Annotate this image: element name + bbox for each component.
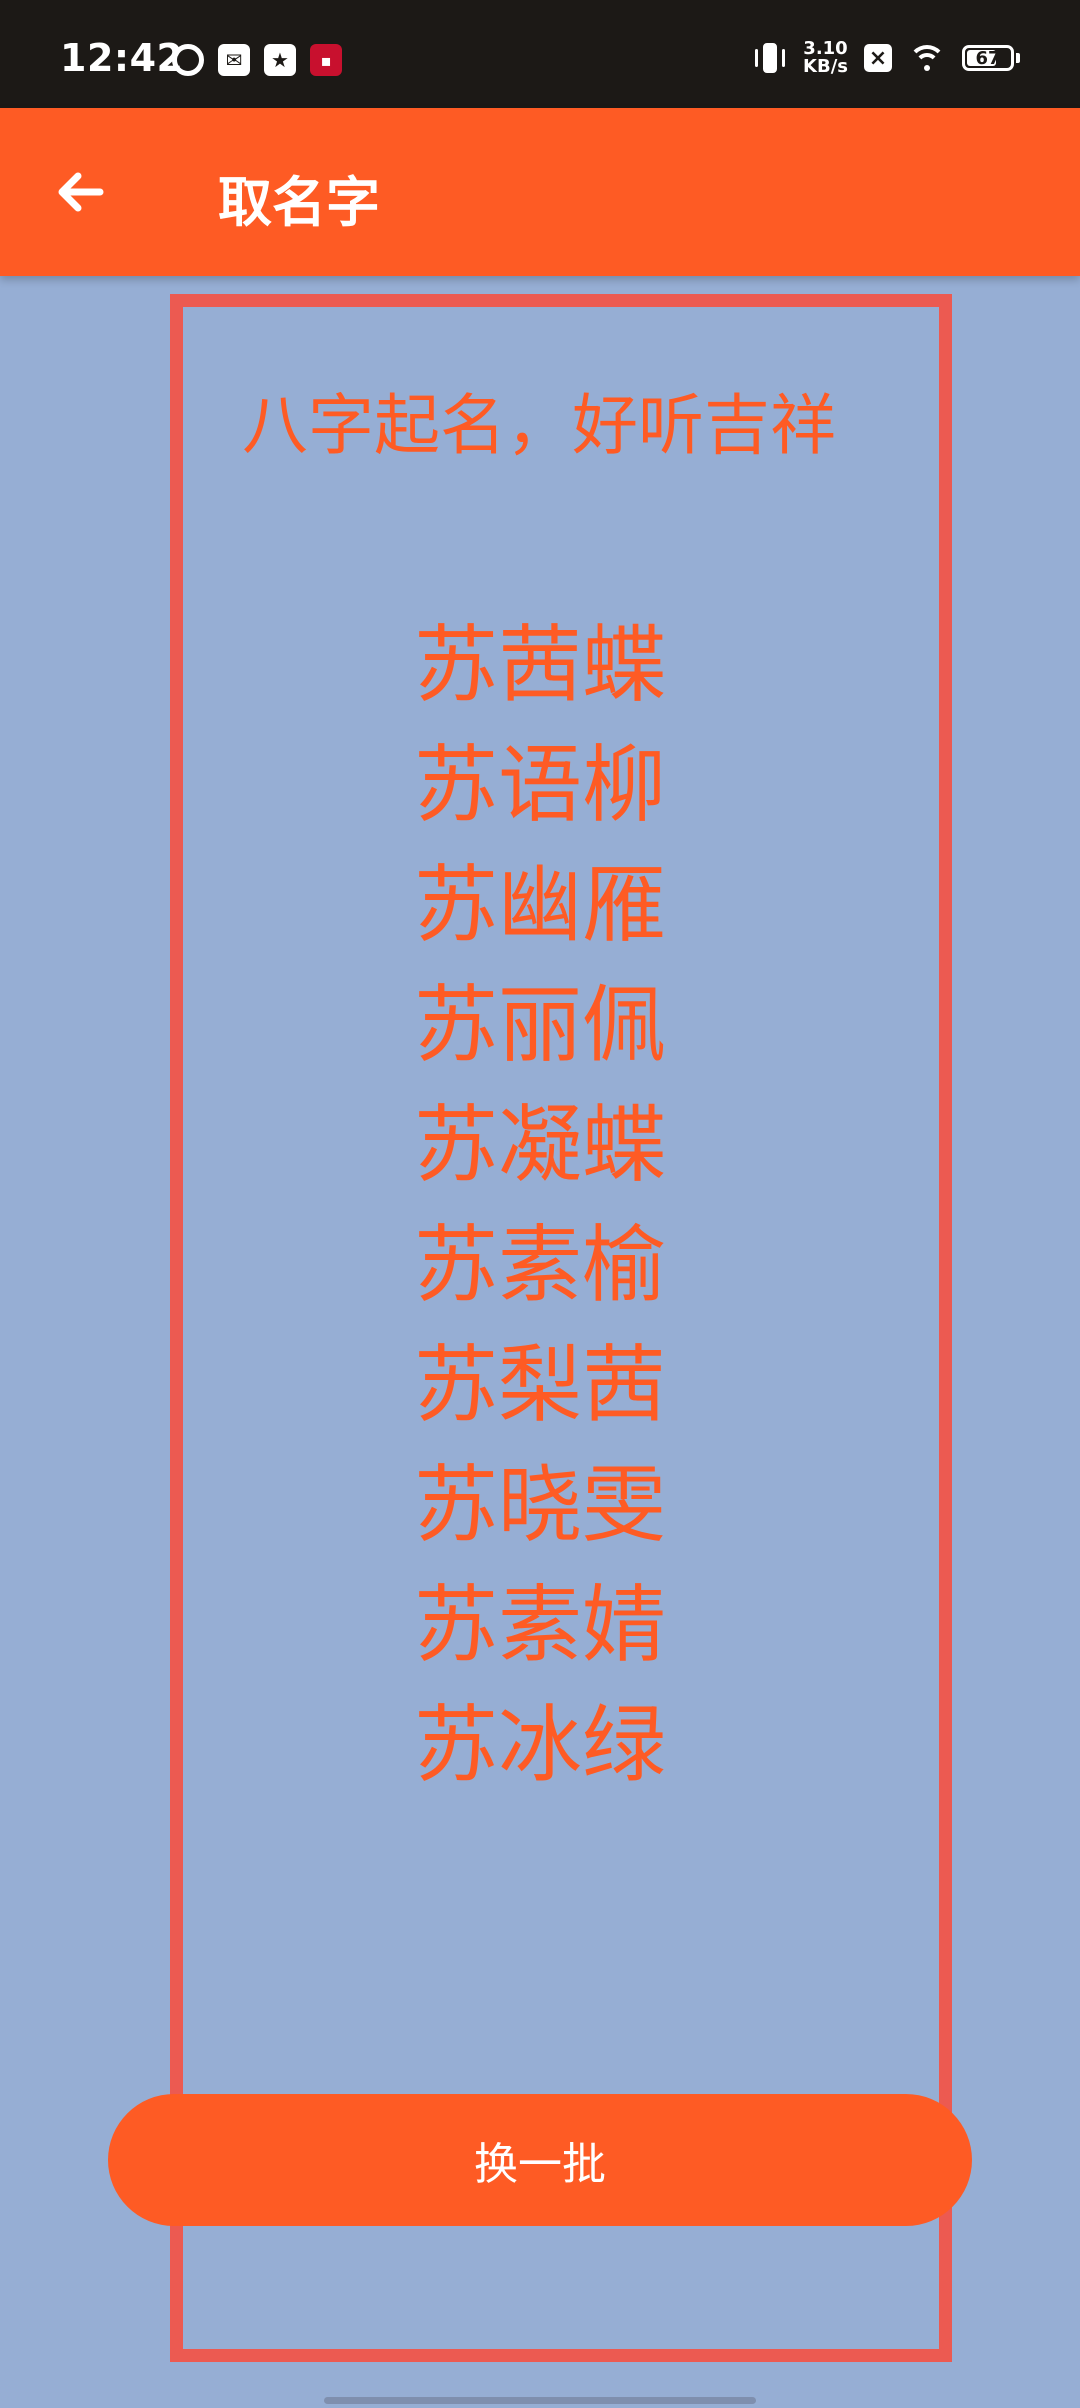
vibrate-icon	[753, 41, 787, 75]
headline-text: 八字起名，好听吉祥	[242, 387, 836, 464]
app-icon: ▪	[310, 44, 342, 76]
name-item: 苏晓雯	[413, 1456, 666, 1554]
name-item: 苏语柳	[413, 736, 666, 834]
name-item: 苏梨茜	[413, 1336, 666, 1434]
name-item: 苏凝蝶	[413, 1096, 666, 1194]
battery-level: 67	[975, 47, 1001, 69]
name-item: 苏丽佩	[413, 976, 666, 1074]
wifi-icon	[908, 43, 946, 73]
app-bar: 取名字	[0, 108, 1080, 276]
name-item: 苏茜蝶	[413, 616, 666, 714]
close-icon: ×	[864, 44, 892, 72]
battery-icon: 67	[962, 45, 1014, 71]
back-button[interactable]	[50, 162, 110, 222]
name-item: 苏冰绿	[413, 1696, 666, 1794]
battery-tip	[1016, 53, 1020, 63]
refresh-button[interactable]: 换一批	[108, 2094, 972, 2226]
star-icon: ★	[264, 44, 296, 76]
page-title: 取名字	[218, 171, 380, 234]
names-list: 苏茜蝶 苏语柳 苏幽雁 苏丽佩 苏凝蝶 苏素榆 苏梨茜 苏晓雯 苏素婧 苏冰绿	[0, 618, 1080, 1818]
net-speed: 3.10 KB/s	[803, 40, 848, 76]
home-indicator[interactable]	[324, 2397, 756, 2404]
net-speed-unit: KB/s	[803, 56, 848, 77]
status-bar: 12:42 ✉ ★ ▪ 3.10 KB/s × 67	[0, 0, 1080, 108]
system-icons: 3.10 KB/s × 67	[753, 40, 1020, 76]
arrow-left-icon	[58, 172, 104, 212]
name-item: 苏幽雁	[413, 856, 666, 954]
notification-icons: ✉ ★ ▪	[172, 44, 342, 76]
headline: 八字起名，好听吉祥	[0, 372, 1080, 468]
status-time: 12:42	[60, 36, 184, 80]
name-item: 苏素榆	[413, 1216, 666, 1314]
ring-icon	[172, 44, 204, 76]
name-item: 苏素婧	[413, 1576, 666, 1674]
message-icon: ✉	[218, 44, 250, 76]
